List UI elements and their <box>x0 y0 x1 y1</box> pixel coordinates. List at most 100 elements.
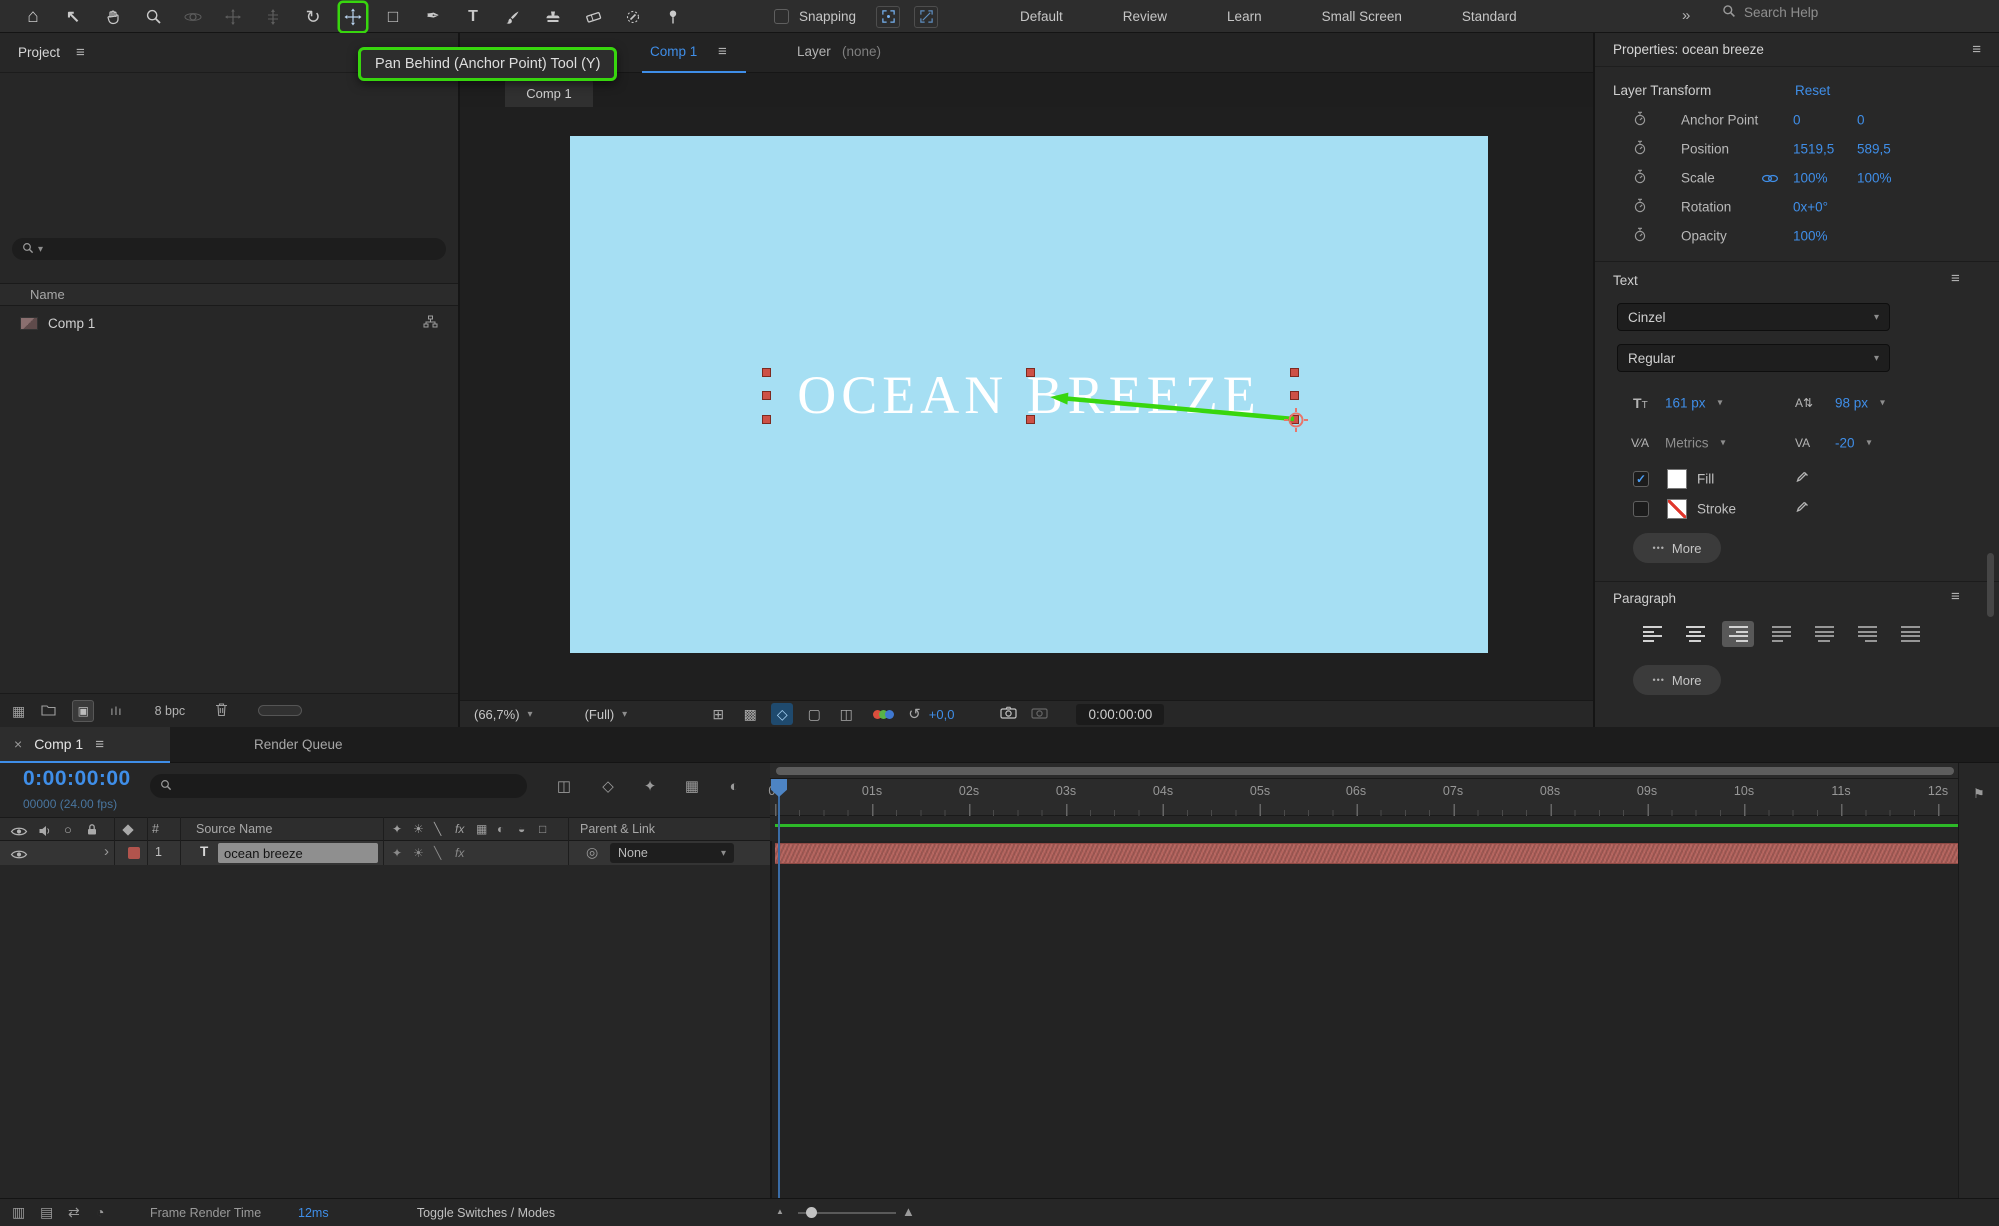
project-panel-tab[interactable]: Project <box>18 45 60 60</box>
shy-toggle-icon[interactable]: ✦ <box>639 775 661 797</box>
parent-link-column-header[interactable]: Parent & Link <box>580 822 655 836</box>
in-out-pane-toggle-icon[interactable]: ⇄ <box>68 1205 80 1219</box>
show-snapshot-icon[interactable] <box>1031 706 1048 722</box>
anchor-point-x-value[interactable]: 0 <box>1793 112 1801 127</box>
reset-transform-button[interactable]: Reset <box>1795 83 1830 98</box>
snapping-checkbox[interactable] <box>774 9 789 24</box>
transparency-grid-icon[interactable]: ▩ <box>739 703 761 725</box>
justify-last-right-button[interactable] <box>1851 621 1883 647</box>
audio-speaker-icon[interactable] <box>38 824 51 840</box>
region-of-interest-icon[interactable]: ▢ <box>803 703 825 725</box>
layer-panel-tab[interactable]: Layer <box>797 44 831 59</box>
solo-icon[interactable]: ○ <box>64 823 72 836</box>
home-icon[interactable]: ⌂ <box>20 3 46 31</box>
help-search-input[interactable] <box>1744 5 1964 20</box>
stopwatch-icon[interactable] <box>1633 111 1647 129</box>
mask-path-visibility-icon[interactable]: ◇ <box>771 703 793 725</box>
layer-fx-switch[interactable]: fx <box>455 846 464 860</box>
rectangle-tool-icon[interactable]: □ <box>380 3 406 31</box>
hand-tool-icon[interactable] <box>100 3 126 31</box>
layer-name[interactable]: ocean breeze <box>218 843 378 863</box>
flowchart-icon[interactable] <box>423 315 438 331</box>
adjustment-column-icon[interactable]: ◒ <box>518 822 525 836</box>
align-right-button[interactable] <box>1722 621 1754 647</box>
parent-select[interactable]: None ▾ <box>610 843 734 863</box>
text-more-button[interactable]: •••More <box>1633 533 1721 563</box>
stopwatch-icon[interactable] <box>1633 169 1647 187</box>
comp-tab[interactable]: Comp 1 <box>505 79 593 107</box>
collapse-column-icon[interactable]: ☀ <box>413 822 424 836</box>
stopwatch-icon[interactable] <box>1633 140 1647 158</box>
project-search[interactable]: ▾ <box>12 238 446 260</box>
paragraph-section-menu-icon[interactable]: ≡ <box>1951 589 1960 604</box>
trash-icon[interactable] <box>215 702 228 720</box>
pan-camera-tool-icon[interactable] <box>220 3 246 31</box>
viewer-panel-menu-icon[interactable]: ≡ <box>718 44 727 59</box>
scale-y-value[interactable]: 100% <box>1857 170 1892 185</box>
snap-beyond-edges-icon[interactable] <box>914 6 938 28</box>
resolution-select[interactable]: (Full)▾ <box>585 707 628 722</box>
label-column-icon[interactable] <box>122 824 133 835</box>
playhead-line[interactable] <box>778 779 780 1198</box>
quality-column-icon[interactable]: ╲ <box>434 822 441 836</box>
brush-tool-icon[interactable] <box>500 3 526 31</box>
zoom-out-mountain-icon[interactable]: ▲ <box>776 1208 784 1216</box>
timeline-comp-tab[interactable]: × Comp 1 ≡ <box>0 727 170 763</box>
position-x-value[interactable]: 1519,5 <box>1793 141 1834 156</box>
anchor-point-y-value[interactable]: 0 <box>1857 112 1865 127</box>
justify-last-left-button[interactable] <box>1765 621 1797 647</box>
video-eye-icon[interactable] <box>10 824 28 840</box>
layer-row[interactable]: › 1 T ocean breeze ✦ ☀ ╲ fx ◎ None ▾ <box>0 841 770 865</box>
threed-column-icon[interactable]: □ <box>539 822 546 836</box>
reset-exposure-icon[interactable]: ↺ <box>908 707 921 722</box>
workspace-small-screen[interactable]: Small Screen <box>1292 0 1432 33</box>
opacity-value[interactable]: 100% <box>1793 228 1828 243</box>
text-section-menu-icon[interactable]: ≡ <box>1951 271 1960 286</box>
frame-blend-column-icon[interactable]: ▦ <box>476 822 487 836</box>
stopwatch-icon[interactable] <box>1633 198 1647 216</box>
layer-collapse-switch[interactable]: ☀ <box>413 846 424 860</box>
media-icon[interactable]: ılı <box>110 705 122 717</box>
grid-guides-options-icon[interactable]: ⊞ <box>707 703 729 725</box>
vertical-scrollbar-thumb[interactable] <box>1987 553 1994 617</box>
workspace-default[interactable]: Default <box>990 0 1093 33</box>
render-time-pane-toggle-icon[interactable]: ◔ <box>96 1205 104 1219</box>
shy-column-icon[interactable]: ✦ <box>392 822 402 836</box>
eraser-tool-icon[interactable] <box>580 3 606 31</box>
timeline-tab-menu-icon[interactable]: ≡ <box>95 737 104 752</box>
view-layout-icon[interactable]: ◫ <box>835 703 857 725</box>
font-style-select[interactable]: Regular▾ <box>1617 344 1890 372</box>
layer-duration-bar[interactable] <box>775 843 1958 864</box>
magnification-select[interactable]: (66,7%)▾ <box>474 707 533 722</box>
puppet-pin-tool-icon[interactable] <box>660 3 686 31</box>
color-depth-label[interactable]: 8 bpc <box>155 704 186 718</box>
workspace-review[interactable]: Review <box>1093 0 1197 33</box>
layer-eye-icon[interactable] <box>10 847 28 863</box>
pen-tool-icon[interactable]: ✒ <box>420 3 446 31</box>
number-column-header[interactable]: # <box>152 822 159 836</box>
project-columns-header[interactable]: Name <box>0 283 458 306</box>
transfer-controls-pane-toggle-icon[interactable]: ▤ <box>40 1205 53 1219</box>
project-item-comp1[interactable]: Comp 1 <box>0 310 458 336</box>
type-tool-icon[interactable]: T <box>460 3 486 31</box>
font-family-select[interactable]: Cinzel▾ <box>1617 303 1890 331</box>
comp-mini-flowchart-icon[interactable]: ◫ <box>553 775 575 797</box>
render-queue-tab[interactable]: Render Queue <box>254 737 343 752</box>
fill-checkbox[interactable]: ✓ <box>1633 471 1649 487</box>
timeline-search-input[interactable] <box>178 779 517 793</box>
color-depth-icon[interactable]: ▣ <box>72 700 94 722</box>
interpret-footage-icon[interactable]: ▦ <box>12 704 25 718</box>
clone-stamp-tool-icon[interactable] <box>540 3 566 31</box>
stroke-checkbox[interactable] <box>1633 501 1649 517</box>
motion-blur-column-icon[interactable]: ◐ <box>497 822 504 836</box>
lock-icon[interactable] <box>86 823 98 839</box>
align-center-button[interactable] <box>1679 621 1711 647</box>
close-icon[interactable]: × <box>14 737 22 751</box>
layer-shy-switch[interactable]: ✦ <box>392 846 402 860</box>
draft-3d-icon[interactable]: ◇ <box>597 775 619 797</box>
current-time-display[interactable]: 0:00:00:00 <box>23 767 131 791</box>
comp-marker-bin-icon[interactable]: ⚑ <box>1973 787 1985 800</box>
preview-timecode[interactable]: 0:00:00:00 <box>1076 704 1164 725</box>
timeline-zoom-thumb[interactable] <box>806 1207 817 1218</box>
stopwatch-icon[interactable] <box>1633 227 1647 245</box>
